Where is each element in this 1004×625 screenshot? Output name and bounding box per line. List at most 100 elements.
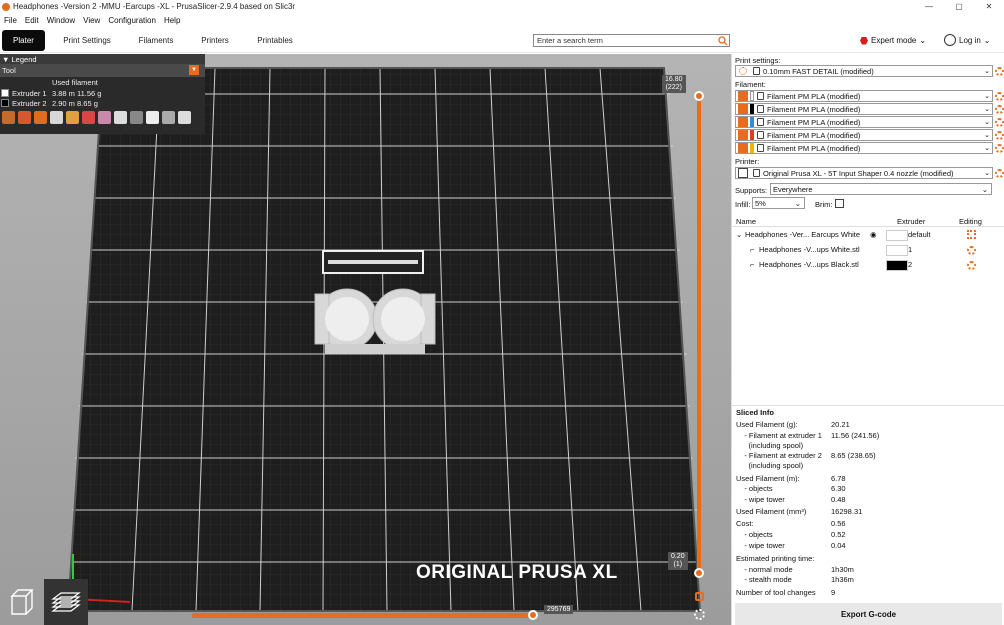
sliced-info-key: Used Filament (mm³) [736,507,807,516]
move-slider-track[interactable] [192,613,534,618]
search-box[interactable]: Enter a search term [533,34,730,47]
tab-print-settings[interactable]: Print Settings [56,30,118,51]
supports-select[interactable]: Everywhere ⌄ [770,183,992,195]
chevron-down-icon: ⌄ [984,106,990,113]
custom-gcode-icon[interactable] [130,111,143,124]
dropdown-arrow-icon[interactable]: ▼ [189,65,199,75]
shells-icon[interactable] [162,111,175,124]
settings-gear-icon[interactable] [694,609,705,620]
login-button[interactable]: Log in ⌄ [944,34,991,46]
edit-preset-icon[interactable] [995,144,1004,153]
collapse-icon[interactable]: ▼ [2,55,12,64]
part-row[interactable]: ⌐ Headphones -V...ups Black.stl 2 [732,258,1004,272]
tool-marker-icon[interactable] [178,111,191,124]
tab-filaments[interactable]: Filaments [132,30,180,51]
object-extruder[interactable]: default [908,230,931,239]
brim-checkbox[interactable] [835,199,844,208]
infill-value: 5% [755,198,766,208]
edit-preset-icon[interactable] [995,118,1004,127]
filament-color-swatch [750,104,754,114]
filament-combo-3[interactable]: Filament PM PLA (modified) ⌄ [735,116,993,128]
menu-window[interactable]: Window [43,16,79,25]
edit-settings-icon[interactable] [967,230,976,239]
expand-icon[interactable]: ⌄ [736,230,742,239]
print-settings-combo[interactable]: 0.10mm FAST DETAIL (modified) ⌄ [735,65,993,77]
view-buttons [0,579,88,625]
filament-combo-4[interactable]: Filament PM PLA (modified) ⌄ [735,129,993,141]
edit-preset-icon[interactable] [995,92,1004,101]
edit-preset-icon[interactable] [995,169,1004,178]
export-gcode-button[interactable]: Export G-code [735,603,1002,625]
minimize-button[interactable]: — [914,0,944,13]
tab-printers[interactable]: Printers [194,30,236,51]
color-change-icon[interactable] [98,111,111,124]
pause-icon[interactable] [114,111,127,124]
tab-plater[interactable]: Plater [2,30,45,51]
bottom-layer-height: 0.20 [671,553,685,560]
preview-button[interactable] [44,579,88,625]
filament-combo-2[interactable]: Filament PM PLA (modified) ⌄ [735,103,993,115]
edit-preset-icon[interactable] [995,131,1004,140]
col-editing: Editing [959,217,982,226]
infill-select[interactable]: 5% ⌄ [752,197,805,209]
search-icon[interactable] [716,35,729,46]
menu-configuration[interactable]: Configuration [104,16,160,25]
sliced-info-value: 16298.31 [831,507,863,516]
filament-color-swatch [750,143,754,153]
layer-slider-top-thumb[interactable] [694,91,704,101]
travel-icon[interactable] [2,111,15,124]
lock-icon [757,105,764,113]
view-type-select[interactable]: Tool ▼ [0,64,205,77]
filament-combo-1[interactable]: Filament PM PLA (modified) ⌄ [735,90,993,102]
object-row[interactable]: ⌄ Headphones -Ver... Earcups White ◉ def… [732,228,1004,242]
3d-view-button[interactable] [0,579,44,625]
menu-view[interactable]: View [79,16,104,25]
maximize-button[interactable]: ▢ [944,0,974,13]
mode-selector[interactable]: Expert mode ⌄ [860,36,926,45]
seam-icon[interactable] [66,111,79,124]
edit-settings-icon[interactable] [967,261,976,270]
eye-icon[interactable]: ◉ [870,230,877,239]
close-button[interactable]: ✕ [974,0,1004,13]
print-settings-value: 0.10mm FAST DETAIL (modified) [763,66,874,76]
mode-label: Expert mode [871,36,917,45]
sliced-info-value: 11.56 (241.56) [831,431,880,440]
menu-help[interactable]: Help [160,16,184,25]
edit-preset-icon[interactable] [995,67,1004,76]
extruder-name: Extruder 2 [12,98,47,108]
menu-edit[interactable]: Edit [21,16,43,25]
layer-slider-bottom-thumb[interactable] [694,568,704,578]
chevron-down-icon: ⌄ [984,68,990,75]
part-row[interactable]: ⌐ Headphones -V...ups White.stl 1 [732,243,1004,257]
printer-combo[interactable]: Original Prusa XL - 5T Input Shaper 0.4 … [735,167,993,179]
edit-settings-icon[interactable] [967,246,976,255]
filament-name: Filament PM PLA (modified) [767,117,861,127]
tool-change-icon[interactable] [82,111,95,124]
layer-slider-track[interactable] [697,96,701,574]
menu-file[interactable]: File [0,16,21,25]
search-placeholder[interactable]: Enter a search term [534,36,716,45]
center-of-gravity-icon[interactable] [146,111,159,124]
edit-preset-icon[interactable] [995,105,1004,114]
retraction-icon[interactable] [34,111,47,124]
legend-header[interactable]: ▼ Legend [0,54,205,64]
3d-viewport[interactable]: ORIGINAL PRUSA XL ▼ Legend Tool ▼ Used f… [0,54,731,625]
sliced-info-key: - objects [736,484,773,493]
lock-icon[interactable] [695,592,704,601]
filament-name: Filament PM PLA (modified) [767,104,861,114]
move-slider-thumb[interactable] [528,610,538,620]
sliced-info-value: 6.30 [831,484,846,493]
sliced-info-key: - normal mode [736,565,793,574]
sliced-info-value: 0.56 [831,519,846,528]
sidebar: Print settings: 0.10mm FAST DETAIL (modi… [731,54,1004,625]
part-extruder[interactable]: 2 [908,260,912,269]
used-filament-header: Used filament [52,78,98,87]
extruder-1-swatch [1,89,9,97]
sliced-info-key: - Filament at extruder 1 [736,431,822,440]
wipe-icon[interactable] [18,111,31,124]
deretraction-icon[interactable] [50,111,63,124]
prusaslicer-logo-icon [2,2,10,11]
filament-combo-5[interactable]: Filament PM PLA (modified) ⌄ [735,142,993,154]
part-extruder[interactable]: 1 [908,245,912,254]
tab-printables[interactable]: Printables [252,30,298,51]
